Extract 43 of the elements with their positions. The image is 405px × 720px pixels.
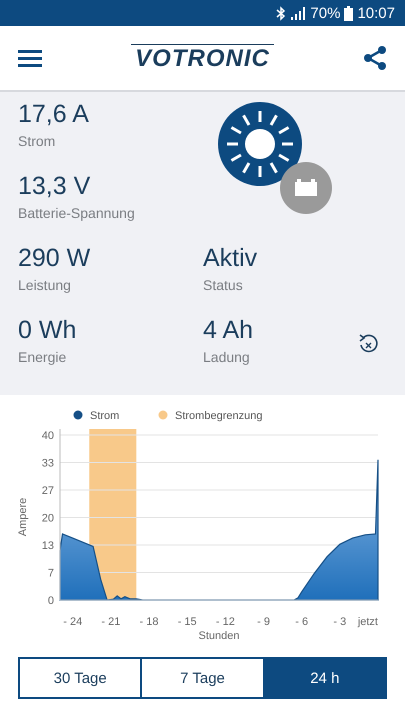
x-tick-label: - 9 <box>257 616 270 628</box>
y-tick-label: 40 <box>42 430 54 442</box>
metric-value: 17,6 A <box>18 100 90 129</box>
signal-icon <box>290 6 306 20</box>
x-tick-label: jetzt <box>358 616 378 628</box>
x-tick-label: - 12 <box>216 616 235 628</box>
brand-logo: VOTRONIC <box>131 44 274 72</box>
legend-label: Strombegrenzung <box>175 410 262 422</box>
x-axis-title: Stunden <box>198 630 240 642</box>
x-tick-label: - 24 <box>63 616 82 628</box>
x-tick-label: - 3 <box>333 616 346 628</box>
clock-time: 10:07 <box>357 4 395 22</box>
metric-label: Strom <box>18 133 56 149</box>
metric-value: 290 W <box>18 244 92 273</box>
battery-status-icon <box>344 6 354 20</box>
battery-percent: 70% <box>310 4 340 22</box>
metric-label: Energie <box>18 349 68 365</box>
metric-value: 0 Wh <box>18 316 78 345</box>
battery-icon <box>280 162 332 214</box>
y-tick-label: 33 <box>42 458 54 470</box>
solar-icon <box>218 102 302 186</box>
y-tick-label: 13 <box>42 540 54 552</box>
legend-label: Strom <box>90 410 120 422</box>
x-tick-label: - 6 <box>295 616 308 628</box>
metric-value: 4 Ah <box>203 316 254 345</box>
bluetooth-icon <box>276 6 286 20</box>
share-icon[interactable] <box>362 45 387 71</box>
y-tick-label: 7 <box>48 567 54 580</box>
metric-label: Status <box>203 277 244 293</box>
x-tick-label: - 15 <box>178 616 197 628</box>
metric-label: Leistung <box>18 277 72 293</box>
x-tick-label: - 18 <box>140 616 159 628</box>
range-tab[interactable]: 24 h <box>262 659 385 697</box>
y-tick-label: 27 <box>42 484 54 497</box>
metric-label: Ladung <box>203 349 251 365</box>
y-axis-title: Ampere <box>17 498 29 536</box>
x-tick-label: - 21 <box>101 616 120 628</box>
y-tick-label: 20 <box>42 512 54 524</box>
metric-value: 13,3 V <box>18 172 92 201</box>
menu-icon[interactable] <box>18 49 42 67</box>
metric-value: Aktiv <box>203 244 258 273</box>
y-tick-label: 0 <box>48 595 54 607</box>
metric-label: Batterie-Spannung <box>18 205 136 221</box>
